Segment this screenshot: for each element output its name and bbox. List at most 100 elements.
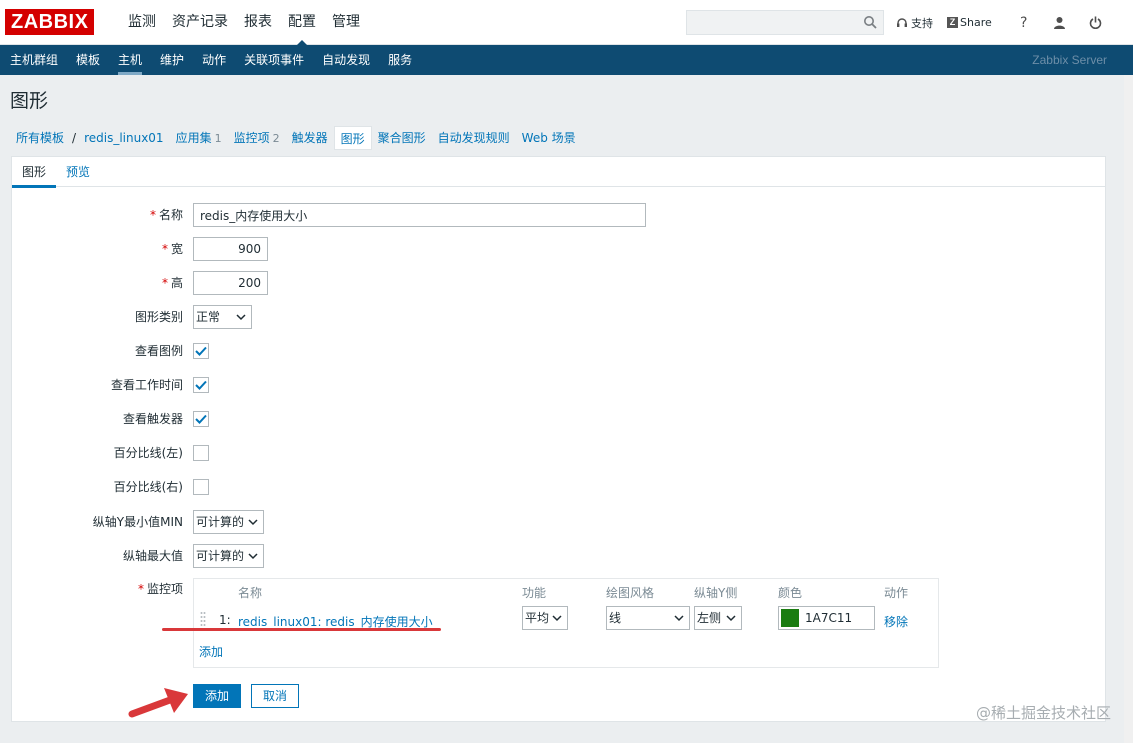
add-button[interactable]: 添加: [193, 684, 241, 708]
item-color-value: 1A7C11: [805, 611, 853, 625]
bc-items-count: 2: [272, 132, 280, 145]
item-draw-style-value: 线: [609, 611, 622, 625]
bc-applications-label: 应用集: [175, 131, 212, 145]
breadcrumb: 所有模板 / redis_linux01 应用集 1 监控项 2 触发器 图形 聚合…: [10, 126, 582, 150]
col-color-header: 颜色: [778, 586, 803, 600]
graph-type-select[interactable]: 正常: [193, 305, 252, 329]
item-remove-link[interactable]: 移除: [884, 613, 908, 630]
item-function-select[interactable]: 平均: [522, 606, 568, 630]
show-legend-checkbox[interactable]: [193, 343, 209, 359]
item-y-side-select[interactable]: 左侧: [694, 606, 742, 630]
bc-all-templates[interactable]: 所有模板: [10, 126, 70, 150]
form-tabs: 图形 预览: [12, 157, 1105, 188]
show-triggers-label: 查看触发器: [122, 412, 183, 426]
width-field-wrap: [193, 237, 268, 261]
row-height: * 高: [12, 271, 1105, 297]
work-period-label: 查看工作时间: [110, 378, 183, 392]
tab-graph[interactable]: 图形: [12, 157, 57, 188]
top-tools: 支持 Z Share ?: [896, 0, 1114, 45]
help-icon[interactable]: ?: [1014, 13, 1034, 33]
chevron-down-icon: [726, 615, 736, 622]
annotation-arrow-icon: [128, 688, 188, 718]
height-label: * 高: [162, 271, 183, 295]
user-profile-icon[interactable]: [1050, 13, 1070, 33]
menu-reports[interactable]: 报表: [236, 0, 280, 45]
name-input[interactable]: [193, 203, 646, 227]
ymin-select[interactable]: 可计算的: [193, 510, 264, 534]
item-function-value: 平均: [525, 611, 550, 625]
main-menu: 监测 资产记录 报表 配置 管理: [120, 0, 368, 46]
power-icon: [1089, 16, 1102, 29]
bc-screens[interactable]: 聚合图形: [372, 126, 432, 150]
row-show-triggers: 查看触发器: [12, 407, 1105, 433]
ymin-value: 可计算的: [196, 515, 245, 529]
menu-configuration[interactable]: 配置: [280, 0, 324, 46]
color-swatch[interactable]: [781, 609, 799, 627]
graph-type-label: 图形类别: [134, 310, 183, 324]
server-name: Zabbix Server: [1032, 53, 1107, 67]
page-scrollbar[interactable]: [1124, 75, 1133, 743]
bc-host[interactable]: redis_linux01: [78, 126, 170, 150]
required-marker: *: [137, 582, 144, 596]
search-icon[interactable]: [863, 15, 877, 29]
bc-discovery-rules[interactable]: 自动发现规则: [432, 126, 516, 150]
height-label-text: 高: [170, 276, 183, 290]
share-link[interactable]: Z Share: [947, 16, 992, 29]
share-label: Share: [960, 16, 992, 29]
percent-right-checkbox[interactable]: [193, 479, 209, 495]
menu-monitoring[interactable]: 监测: [120, 0, 164, 45]
submenu-templates[interactable]: 模板: [66, 45, 108, 75]
work-period-checkbox[interactable]: [193, 377, 209, 393]
show-legend-label: 查看图例: [134, 344, 183, 358]
bc-applications[interactable]: 应用集 1: [170, 126, 228, 150]
items-label: * 监控项: [138, 577, 183, 601]
chevron-down-icon: [674, 615, 684, 622]
row-graph-type: 图形类别 正常: [12, 305, 1105, 331]
submenu-actions[interactable]: 动作: [192, 45, 234, 75]
graph-form: 图形 预览 *名称 *宽 *高 图形类别 正常 查看图例: [11, 156, 1106, 722]
submenu-discovery[interactable]: 自动发现: [312, 45, 378, 75]
bc-graphs[interactable]: 图形: [333, 126, 372, 150]
support-link[interactable]: 支持: [896, 15, 933, 31]
watermark: @稀土掘金技术社区: [975, 704, 1111, 722]
top-header: ZABBIX 监测 资产记录 报表 配置 管理 支持 Z Share ?: [0, 0, 1133, 46]
show-triggers-checkbox[interactable]: [193, 411, 209, 427]
height-input[interactable]: [193, 271, 268, 295]
submenu-correlation[interactable]: 关联项事件: [234, 45, 312, 75]
ymin-label: 纵轴Y最小值MIN: [92, 515, 183, 529]
bc-web-scenarios[interactable]: Web 场景: [516, 126, 582, 150]
submenu-host-groups[interactable]: 主机群组: [0, 45, 66, 75]
menu-administration[interactable]: 管理: [324, 0, 368, 45]
cancel-button[interactable]: 取消: [251, 684, 299, 708]
chevron-down-icon: [248, 519, 258, 526]
search-input[interactable]: [687, 11, 857, 34]
sub-navigation: 主机群组 模板 主机 维护 动作 关联项事件 自动发现 服务 Zabbix Se…: [0, 45, 1133, 75]
bc-items-label: 监控项: [233, 131, 270, 145]
item-draw-style-select[interactable]: 线: [606, 606, 690, 630]
submenu-hosts[interactable]: 主机: [108, 45, 150, 75]
tab-preview[interactable]: 预览: [56, 157, 100, 187]
percent-right-label: 百分比线(右): [113, 480, 183, 494]
drag-handle-icon[interactable]: [200, 611, 206, 627]
name-field-wrap: [193, 203, 646, 227]
width-input[interactable]: [193, 237, 268, 261]
submenu-maintenance[interactable]: 维护: [150, 45, 192, 75]
menu-inventory[interactable]: 资产记录: [164, 0, 236, 45]
width-label-text: 宽: [170, 242, 183, 256]
bc-triggers[interactable]: 触发器: [286, 126, 334, 150]
col-function-header: 功能: [522, 586, 547, 600]
percent-left-label: 百分比线(左): [113, 446, 183, 460]
item-color-picker[interactable]: 1A7C11: [778, 606, 875, 630]
bc-items[interactable]: 监控项 2: [228, 126, 286, 150]
ymax-select[interactable]: 可计算的: [193, 544, 264, 568]
submenu-services[interactable]: 服务: [378, 45, 420, 75]
search-box: [686, 10, 884, 35]
percent-left-checkbox[interactable]: [193, 445, 209, 461]
headset-icon: [897, 17, 907, 27]
ymax-label: 纵轴最大值: [122, 549, 183, 563]
sign-out-icon[interactable]: [1086, 13, 1106, 33]
zabbix-logo[interactable]: ZABBIX: [5, 9, 95, 35]
name-label-text: 名称: [158, 208, 183, 222]
item-add-link[interactable]: 添加: [199, 643, 223, 660]
items-label-text: 监控项: [146, 582, 183, 596]
